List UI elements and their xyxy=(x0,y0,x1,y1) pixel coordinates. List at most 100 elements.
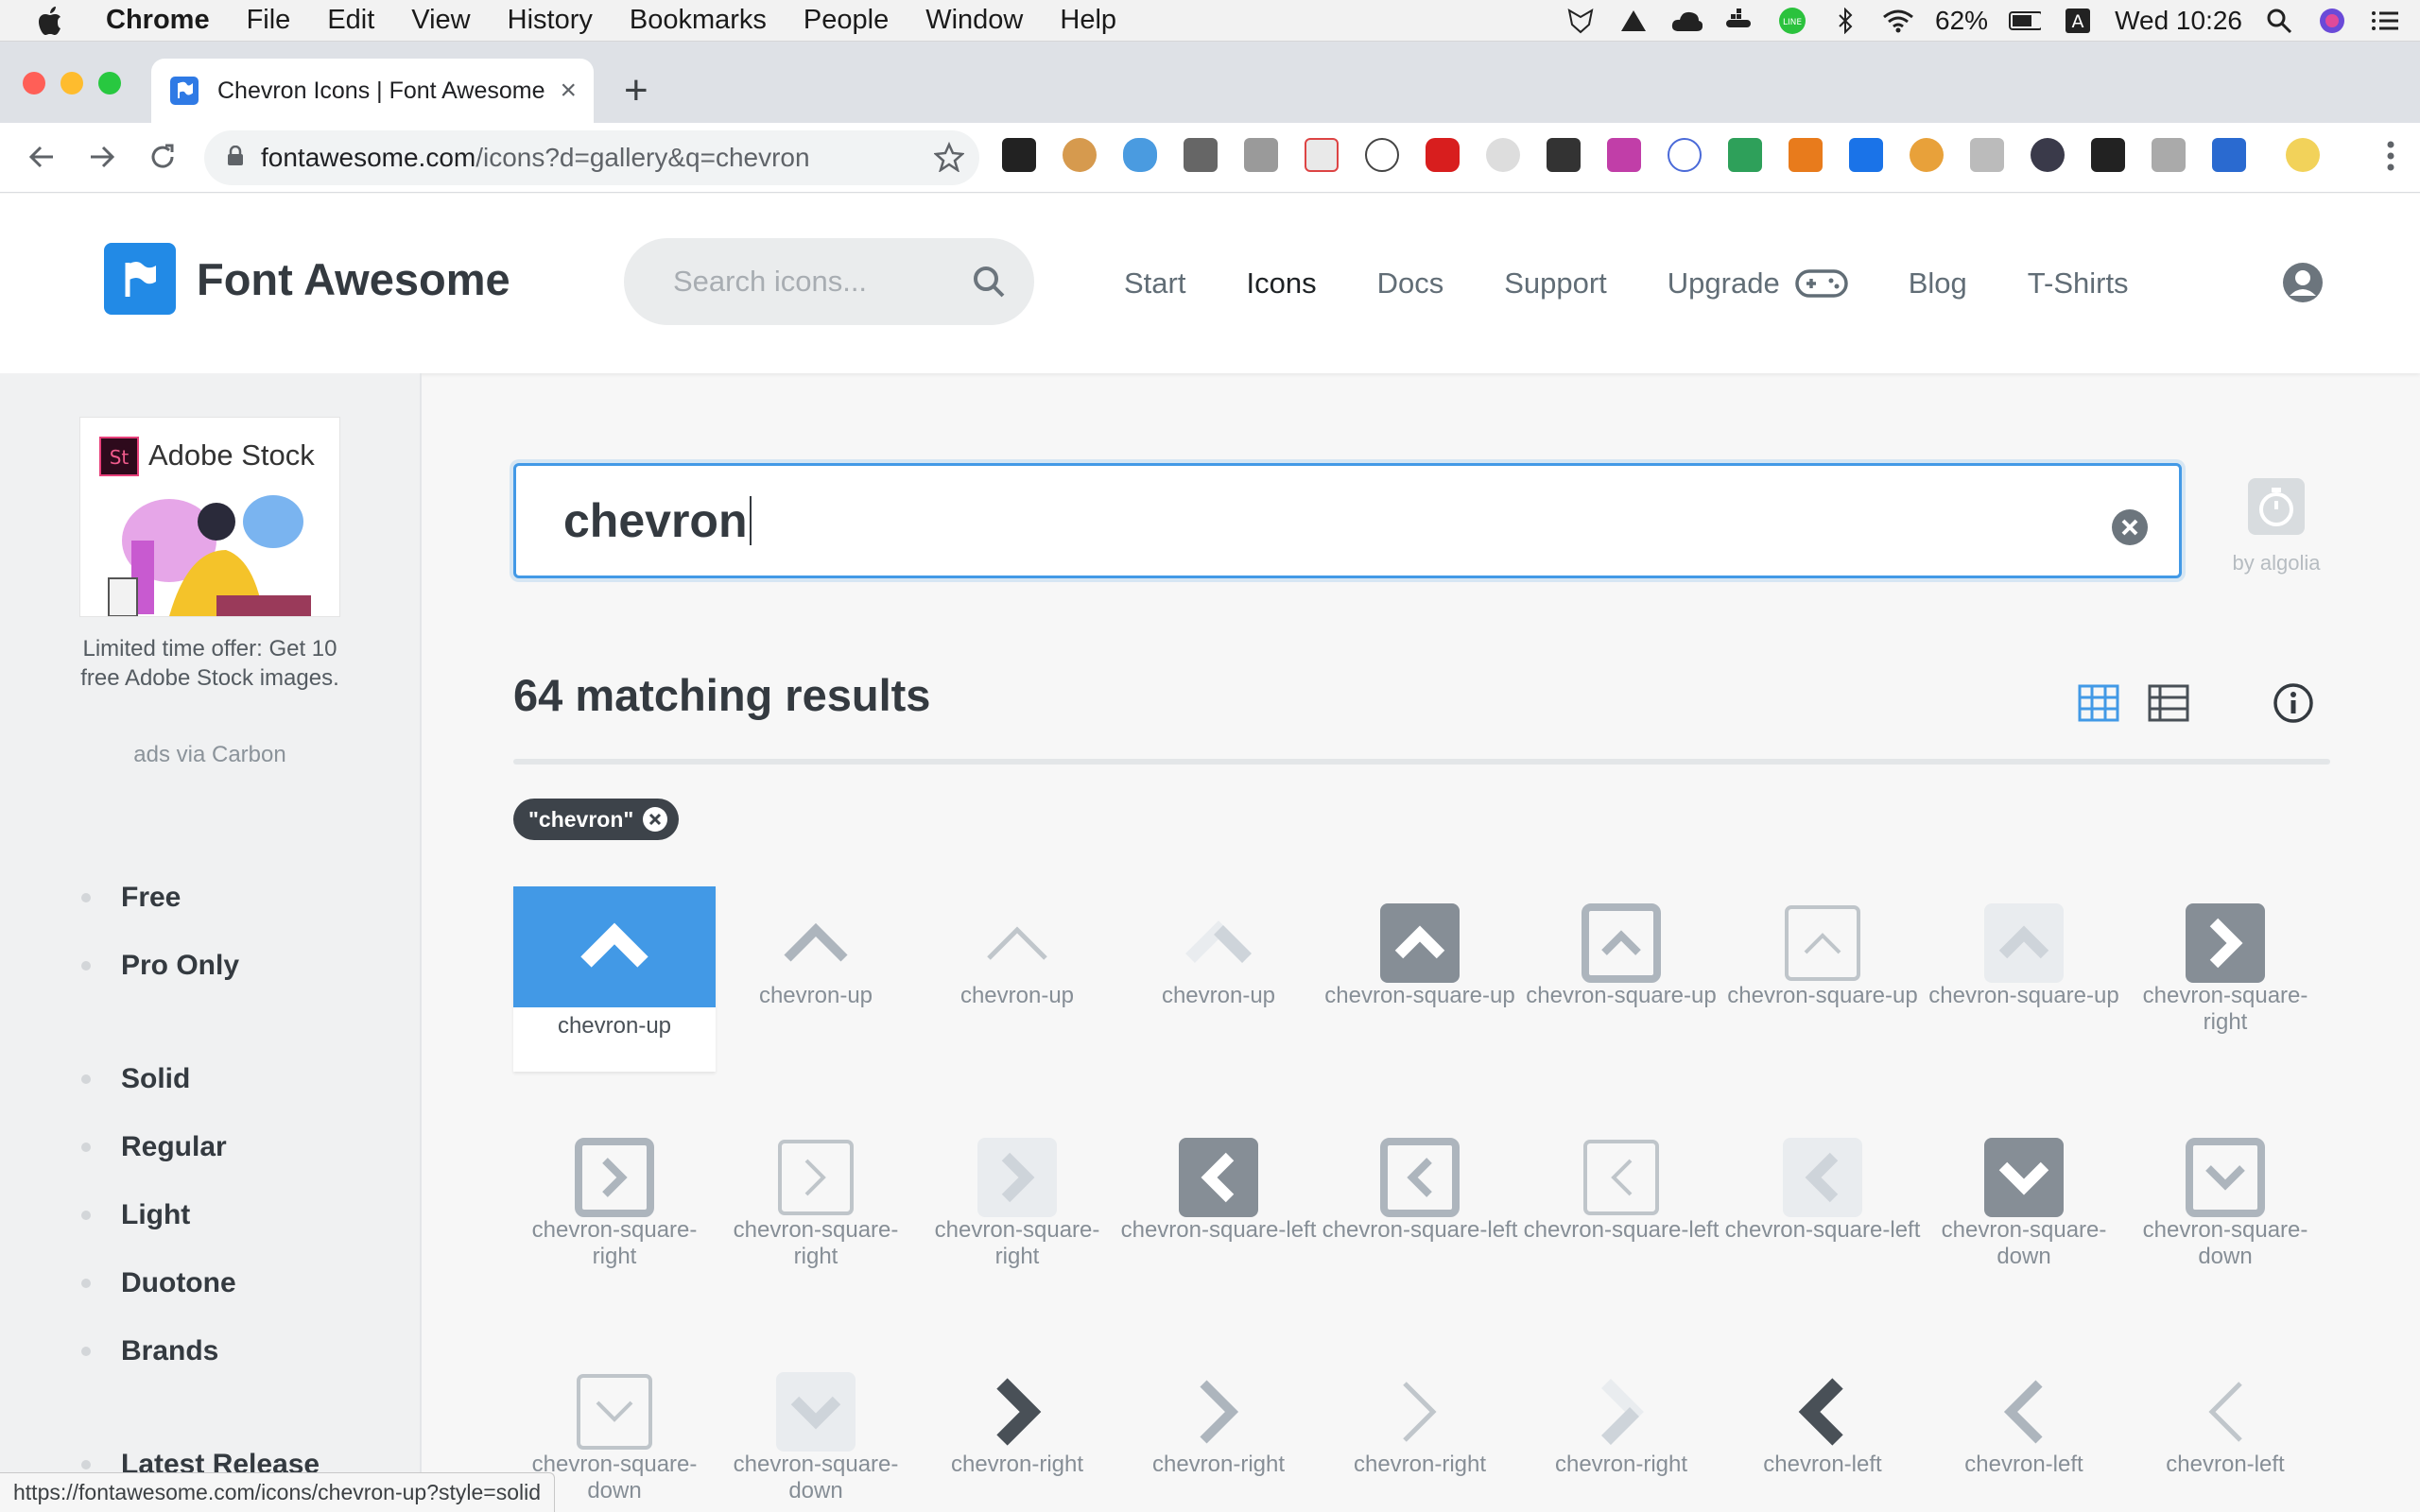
nav-icons[interactable]: Icons xyxy=(1246,266,1316,301)
filter-free[interactable]: Free xyxy=(81,882,181,914)
window-close-button[interactable] xyxy=(23,72,45,94)
adblock-extension-icon[interactable] xyxy=(1426,138,1460,172)
drive-extension-icon[interactable] xyxy=(1244,138,1278,172)
icon-result-chevron-square-left[interactable]: chevron-square-left xyxy=(1721,1121,1924,1306)
menu-people[interactable]: People xyxy=(804,5,889,36)
react-devtools-extension-icon[interactable] xyxy=(1002,138,1036,172)
layout-extension-icon[interactable] xyxy=(2212,138,2246,172)
cloud-extension-icon[interactable] xyxy=(1123,138,1157,172)
menu-app-chrome[interactable]: Chrome xyxy=(106,5,210,36)
nav-tshirts[interactable]: T-Shirts xyxy=(2028,266,2129,301)
bluetooth-icon[interactable] xyxy=(1829,7,1861,35)
ad-text[interactable]: Limited time offer: Get 10 free Adobe St… xyxy=(79,634,340,693)
forward-arrow-icon[interactable] xyxy=(85,140,119,174)
nav-blog[interactable]: Blog xyxy=(1909,266,1967,301)
icon-result-chevron-square-up[interactable]: chevron-square-up xyxy=(1319,886,1521,1072)
menubar-clock[interactable]: Wed 10:26 xyxy=(2115,6,2242,36)
eye-dropper-extension-icon[interactable] xyxy=(1910,138,1944,172)
algolia-badge[interactable]: by algolia xyxy=(2223,476,2329,576)
filter-duotone[interactable]: Duotone xyxy=(81,1267,236,1299)
adobe-stock-ad-image[interactable]: St Adobe Stock xyxy=(79,417,340,617)
user-account-icon[interactable] xyxy=(2282,262,2324,308)
menu-edit[interactable]: Edit xyxy=(327,5,374,36)
nav-upgrade[interactable]: Upgrade xyxy=(1668,266,1848,301)
icon-result-chevron-left[interactable]: chevron-left xyxy=(2124,1355,2326,1512)
vue-devtools-extension-icon[interactable] xyxy=(1728,138,1762,172)
filter-brands[interactable]: Brands xyxy=(81,1335,218,1367)
code-extension-icon[interactable] xyxy=(1547,138,1581,172)
line-icon[interactable]: LINE xyxy=(1776,7,1808,35)
query-filter-chip[interactable]: "chevron" xyxy=(513,799,680,840)
window-minimize-button[interactable] xyxy=(60,72,83,94)
filter-solid[interactable]: Solid xyxy=(81,1063,190,1095)
k-extension-icon[interactable] xyxy=(1789,138,1823,172)
siri-icon[interactable] xyxy=(2316,7,2348,35)
icon-result-chevron-left[interactable]: chevron-left xyxy=(1923,1355,2125,1512)
notification-center-icon[interactable] xyxy=(2369,7,2401,35)
filter-light[interactable]: Light xyxy=(81,1199,190,1231)
icon-result-chevron-square-down[interactable]: chevron-square-down xyxy=(2124,1121,2326,1306)
apple-menu-icon[interactable] xyxy=(38,5,66,37)
icon-result-chevron-square-right[interactable]: chevron-square-right xyxy=(916,1121,1118,1306)
filter-pro-only[interactable]: Pro Only xyxy=(81,950,239,982)
icon-result-chevron-square-left[interactable]: chevron-square-left xyxy=(1520,1121,1722,1306)
new-tab-button[interactable]: + xyxy=(624,70,648,112)
icon-result-chevron-square-right[interactable]: chevron-square-right xyxy=(2124,886,2326,1072)
menu-window[interactable]: Window xyxy=(925,5,1023,36)
trello-extension-icon[interactable] xyxy=(1849,138,1883,172)
lock-icon[interactable] xyxy=(227,145,244,171)
clear-search-icon[interactable] xyxy=(2111,503,2149,558)
icon-result-chevron-square-right[interactable]: chevron-square-right xyxy=(715,1121,917,1306)
fox-icon[interactable] xyxy=(1564,7,1597,35)
chrome-menu-icon[interactable] xyxy=(2386,140,2395,177)
nav-docs[interactable]: Docs xyxy=(1377,266,1444,301)
battery-icon[interactable] xyxy=(2009,7,2042,35)
icon-result-chevron-square-down[interactable]: chevron-square-down xyxy=(715,1355,917,1512)
ads-via-carbon[interactable]: ads via Carbon xyxy=(79,742,340,768)
hand-extension-icon[interactable] xyxy=(2152,138,2186,172)
header-search-input[interactable]: Search icons... xyxy=(624,238,1034,325)
hierarchy-extension-icon[interactable] xyxy=(1970,138,2004,172)
cb-extension-icon[interactable] xyxy=(2091,138,2125,172)
dark-mode-extension-icon[interactable] xyxy=(2031,138,2065,172)
cloud-icon[interactable] xyxy=(1670,7,1703,35)
browser-tab-active[interactable]: Chevron Icons | Font Awesome × xyxy=(151,59,594,123)
grid-view-icon[interactable] xyxy=(2078,682,2119,729)
filter-regular[interactable]: Regular xyxy=(81,1131,227,1163)
icon-result-chevron-square-up[interactable]: chevron-square-up xyxy=(1721,886,1924,1072)
profile-avatar-icon[interactable] xyxy=(2286,138,2320,172)
search-icon[interactable] xyxy=(972,265,1006,306)
menu-bookmarks[interactable]: Bookmarks xyxy=(630,5,767,36)
cookie-extension-icon[interactable] xyxy=(1063,138,1097,172)
icon-result-chevron-square-right[interactable]: chevron-square-right xyxy=(513,1121,716,1306)
calendar-extension-icon[interactable] xyxy=(1305,138,1339,172)
reload-icon[interactable] xyxy=(146,140,180,174)
bookmark-star-icon[interactable] xyxy=(933,141,965,177)
json-extension-icon[interactable] xyxy=(1365,138,1399,172)
info-icon[interactable] xyxy=(2273,682,2314,729)
tab-close-icon[interactable]: × xyxy=(560,75,577,107)
address-bar[interactable]: fontawesome.com/icons?d=gallery&q=chevro… xyxy=(204,130,979,185)
list-view-icon[interactable] xyxy=(2148,682,2189,729)
icon-result-chevron-square-up[interactable]: chevron-square-up xyxy=(1520,886,1722,1072)
color-picker-extension-icon[interactable] xyxy=(1607,138,1641,172)
icon-search-input[interactable]: chevron xyxy=(513,463,2182,578)
nav-start[interactable]: Start xyxy=(1124,266,1185,301)
menu-history[interactable]: History xyxy=(508,5,593,36)
menu-file[interactable]: File xyxy=(247,5,291,36)
translate-extension-icon[interactable] xyxy=(1668,138,1702,172)
back-arrow-icon[interactable] xyxy=(25,140,59,174)
icon-result-chevron-up[interactable]: chevron-up xyxy=(715,886,917,1072)
spotlight-search-icon[interactable] xyxy=(2263,7,2295,35)
window-zoom-button[interactable] xyxy=(98,72,121,94)
font-awesome-logo[interactable]: Font Awesome xyxy=(104,243,510,315)
icon-result-chevron-square-up[interactable]: chevron-square-up xyxy=(1923,886,2125,1072)
input-source-icon[interactable]: A xyxy=(2062,7,2094,35)
chip-remove-icon[interactable] xyxy=(643,807,668,832)
icon-result-chevron-right[interactable]: chevron-right xyxy=(916,1355,1118,1512)
menu-help[interactable]: Help xyxy=(1060,5,1116,36)
icon-result-chevron-left[interactable]: chevron-left xyxy=(1721,1355,1924,1512)
menu-view[interactable]: View xyxy=(411,5,470,36)
icon-result-chevron-up[interactable]: chevron-up xyxy=(916,886,1118,1072)
target-extension-icon[interactable] xyxy=(1486,138,1520,172)
